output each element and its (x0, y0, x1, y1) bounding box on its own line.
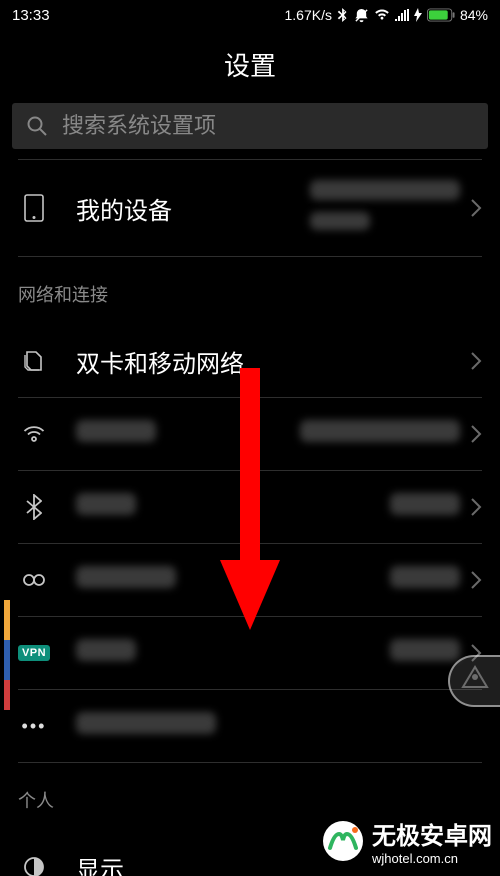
row-bluetooth[interactable] (18, 471, 482, 543)
watermark: 无极安卓网 wjhotel.com.cn (322, 816, 492, 866)
row-dual-sim[interactable]: 双卡和移动网络 (18, 325, 482, 397)
phone-icon (18, 194, 50, 222)
row-value (390, 566, 460, 594)
row-value (310, 180, 460, 236)
sim-icon (18, 349, 50, 373)
assistive-touch-ball[interactable] (448, 655, 500, 707)
wifi-icon (18, 424, 50, 444)
row-hotspot[interactable] (18, 544, 482, 616)
section-title-network: 网络和连接 (18, 257, 482, 325)
row-label (76, 493, 136, 522)
bluetooth-icon (18, 494, 50, 520)
row-wlan[interactable] (18, 398, 482, 470)
chevron-right-icon (470, 497, 482, 517)
chevron-right-icon (470, 570, 482, 590)
row-label: 我的设备 (76, 191, 172, 226)
chevron-right-icon (470, 351, 482, 371)
row-value (390, 493, 460, 521)
vpn-icon: VPN (18, 645, 50, 661)
status-bar: 13:33 1.67K/s 84% (0, 0, 500, 30)
chevron-right-icon (470, 424, 482, 444)
row-label (76, 639, 136, 668)
search-bar-wrap (0, 103, 500, 159)
more-icon: ••• (18, 716, 50, 737)
search-bar[interactable] (12, 103, 488, 149)
dnd-icon (354, 8, 369, 23)
row-label (76, 712, 216, 741)
status-time: 13:33 (12, 7, 50, 24)
signal-icon (395, 9, 409, 21)
search-input[interactable] (62, 113, 474, 139)
edge-card (4, 680, 10, 710)
row-label (76, 566, 176, 595)
wifi-status-icon (374, 9, 390, 21)
brightness-icon (18, 855, 50, 876)
battery-icon (427, 8, 455, 22)
row-value (300, 420, 460, 448)
charging-icon (414, 8, 422, 22)
watermark-title: 无极安卓网 (372, 823, 492, 850)
hotspot-icon (18, 572, 50, 588)
edge-card (4, 640, 10, 680)
net-speed: 1.67K/s (284, 7, 331, 23)
watermark-url: wjhotel.com.cn (372, 851, 492, 866)
search-icon (26, 115, 48, 137)
bluetooth-status-icon (337, 8, 349, 22)
row-label: 双卡和移动网络 (76, 344, 244, 379)
row-label (76, 420, 156, 449)
settings-list[interactable]: 我的设备 网络和连接 双卡和移动网络 (0, 159, 500, 876)
row-my-device[interactable]: 我的设备 (18, 160, 482, 256)
status-indicators: 1.67K/s 84% (284, 7, 488, 23)
row-vpn[interactable]: VPN (18, 617, 482, 689)
battery-pct: 84% (460, 7, 488, 23)
chevron-right-icon (470, 198, 482, 218)
row-more[interactable]: ••• (18, 690, 482, 762)
watermark-logo-icon (322, 820, 364, 862)
page-title: 设置 (0, 30, 500, 103)
settings-screen: 13:33 1.67K/s 84% 设置 (0, 0, 500, 876)
row-label: 显示 (76, 850, 124, 876)
